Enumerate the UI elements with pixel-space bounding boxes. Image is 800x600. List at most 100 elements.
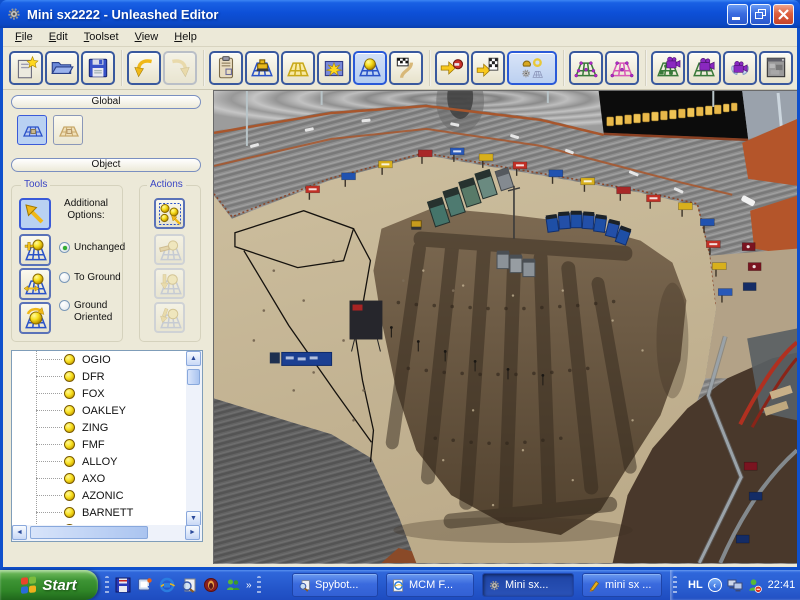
- title-bar[interactable]: Mini sx2222 - Unleashed Editor: [0, 0, 800, 28]
- import-track-button[interactable]: [471, 51, 505, 85]
- global-object-button[interactable]: [53, 115, 83, 145]
- tree-item-dfr[interactable]: DFR: [12, 368, 187, 385]
- radio-unchanged[interactable]: Unchanged: [59, 242, 125, 254]
- add-object-icon: [22, 237, 48, 263]
- select-tool-button[interactable]: [19, 198, 51, 230]
- align-ground-icon: [157, 237, 183, 263]
- tree-item-oakley[interactable]: OAKLEY: [12, 402, 187, 419]
- global-header[interactable]: Global: [11, 95, 201, 109]
- taskbar-button-mcm[interactable]: MCM F...: [386, 573, 474, 597]
- toolbar-separator: [203, 50, 205, 86]
- radio-dot: [59, 242, 70, 253]
- tree-item-zing[interactable]: ZING: [12, 419, 187, 436]
- scroll-thumb[interactable]: [187, 369, 200, 385]
- floppy-quicklaunch-icon[interactable]: [115, 577, 131, 593]
- multi-select-action-button[interactable]: [154, 198, 185, 229]
- search-tool-icon[interactable]: [181, 577, 197, 593]
- scroll-left-button[interactable]: ◄: [12, 525, 27, 540]
- import-rider-button[interactable]: [435, 51, 469, 85]
- language-indicator[interactable]: HL: [688, 579, 703, 591]
- scroll-thumb[interactable]: [30, 526, 148, 539]
- menu-view[interactable]: View: [127, 29, 167, 45]
- internet-explorer-icon[interactable]: [159, 577, 175, 593]
- align-ground-action-button[interactable]: [154, 234, 185, 265]
- grid-blue-icon: [20, 118, 44, 142]
- camera-fly-button[interactable]: [723, 51, 757, 85]
- start-label: Start: [42, 577, 76, 594]
- redo-icon: [167, 55, 193, 81]
- save-button[interactable]: [81, 51, 115, 85]
- track-info-button[interactable]: [209, 51, 243, 85]
- tree-item-fmf[interactable]: FMF: [12, 436, 187, 453]
- drop-to-ground-action-button[interactable]: [154, 268, 185, 299]
- drop-oriented-icon: [157, 305, 183, 331]
- drop-oriented-action-button[interactable]: [154, 302, 185, 333]
- toolset-selector-button[interactable]: [507, 51, 557, 85]
- restore-button[interactable]: [750, 4, 771, 25]
- sphere-icon: [64, 422, 75, 433]
- scroll-up-button[interactable]: ▲: [186, 351, 201, 366]
- tree-item-barnett[interactable]: BARNETT: [12, 504, 187, 521]
- taskband-handle[interactable]: [257, 576, 261, 594]
- new-button[interactable]: [9, 51, 43, 85]
- start-gate-button[interactable]: [389, 51, 423, 85]
- spline-grid-icon: [609, 55, 635, 81]
- menu-help[interactable]: Help: [166, 29, 205, 45]
- object-mode-button[interactable]: [353, 51, 387, 85]
- quicklaunch-handle[interactable]: [105, 576, 109, 594]
- clock[interactable]: 22:41: [768, 579, 796, 591]
- texture-button[interactable]: [317, 51, 351, 85]
- undo-button[interactable]: [127, 51, 161, 85]
- camera-grid-icon: [691, 55, 717, 81]
- sphere-icon: [64, 456, 75, 467]
- toolbar-separator: [429, 50, 431, 86]
- global-terrain-button[interactable]: [17, 115, 47, 145]
- hide-icons-chevron[interactable]: ‹: [708, 578, 722, 592]
- camera-wings-icon: [727, 55, 753, 81]
- open-button[interactable]: [45, 51, 79, 85]
- radio-ground-oriented[interactable]: Ground Oriented: [59, 300, 130, 324]
- taskbar-button-mini-sx[interactable]: mini sx ...: [582, 573, 662, 597]
- rotate-object-tool-button[interactable]: [19, 302, 51, 334]
- taskbar-button-mini-sx-editor[interactable]: Mini sx...: [482, 573, 574, 597]
- add-object-tool-button[interactable]: [19, 234, 51, 266]
- mesh-edit-button[interactable]: [569, 51, 603, 85]
- opera-browser-icon[interactable]: [203, 577, 219, 593]
- tree-item-alloy[interactable]: ALLOY: [12, 453, 187, 470]
- spline-edit-button[interactable]: [605, 51, 639, 85]
- terrain-grid-button[interactable]: [281, 51, 315, 85]
- redo-button[interactable]: [163, 51, 197, 85]
- quicklaunch-overflow-chevron[interactable]: »: [246, 580, 252, 591]
- menu-file[interactable]: File: [7, 29, 41, 45]
- close-button[interactable]: [773, 4, 794, 25]
- network-icon[interactable]: [727, 578, 743, 592]
- tree-item-axo[interactable]: AXO: [12, 470, 187, 487]
- tree-horizontal-scrollbar[interactable]: ◄ ►: [12, 525, 202, 541]
- menu-edit[interactable]: Edit: [41, 29, 76, 45]
- camera-keyframe-button[interactable]: [651, 51, 685, 85]
- start-button[interactable]: Start: [0, 570, 98, 600]
- scroll-right-button[interactable]: ►: [185, 525, 200, 540]
- taskbar-button-spybot[interactable]: Spybot...: [292, 573, 378, 597]
- object-sphere-icon: [357, 55, 383, 81]
- object-header[interactable]: Object: [11, 158, 201, 172]
- tree-item-ogio[interactable]: OGIO: [12, 351, 187, 368]
- messenger-quicklaunch-icon[interactable]: [225, 577, 241, 593]
- terrain-vehicle-button[interactable]: [245, 51, 279, 85]
- tree-item-azonic[interactable]: AZONIC: [12, 487, 187, 504]
- messenger-status-icon[interactable]: [747, 578, 762, 593]
- tree-item-fox[interactable]: FOX: [12, 385, 187, 402]
- move-object-tool-button[interactable]: [19, 268, 51, 300]
- terrain-grid-icon: [285, 55, 311, 81]
- viewport-3d[interactable]: [213, 90, 797, 564]
- heightmap-button[interactable]: [759, 51, 793, 85]
- menu-toolset[interactable]: Toolset: [76, 29, 127, 45]
- show-desktop-icon[interactable]: [137, 577, 153, 593]
- multi-select-icon: [157, 201, 183, 227]
- scroll-down-button[interactable]: ▼: [186, 511, 201, 526]
- tree-vertical-scrollbar[interactable]: ▲ ▼: [186, 351, 202, 526]
- minimize-button[interactable]: [727, 4, 748, 25]
- toolset-quad-icon: [519, 55, 545, 81]
- camera-grid-button[interactable]: [687, 51, 721, 85]
- radio-to-ground[interactable]: To Ground: [59, 272, 121, 284]
